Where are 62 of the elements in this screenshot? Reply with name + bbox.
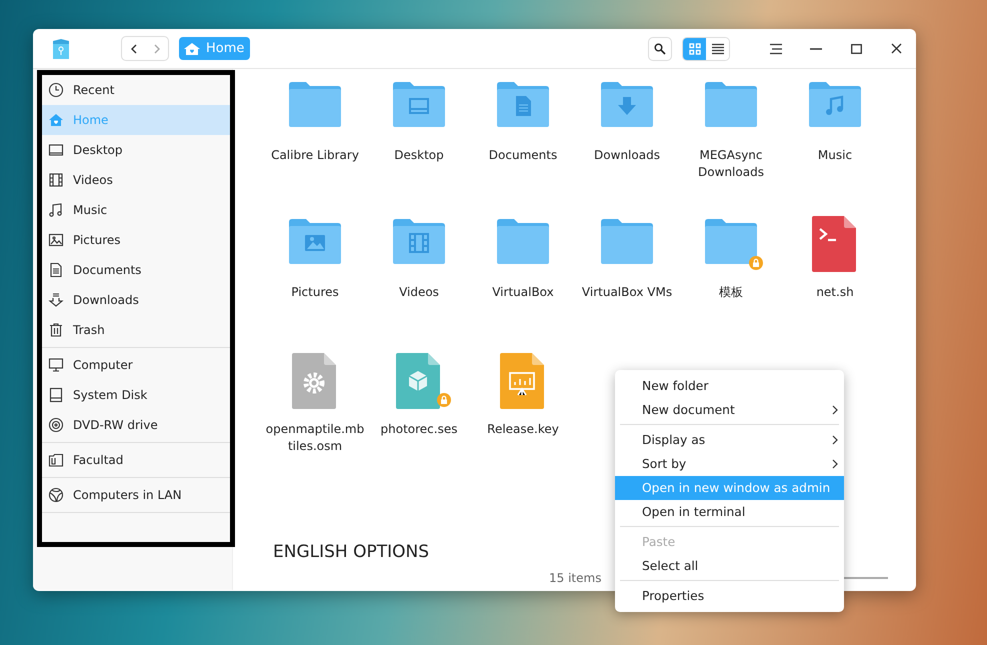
file-item[interactable]: net.sh — [783, 216, 887, 353]
sidebar-item[interactable]: Computer — [42, 350, 230, 380]
house-icon — [48, 112, 64, 128]
image-icon — [48, 232, 64, 248]
sidebar-item[interactable]: Computers in LAN — [42, 480, 230, 510]
network-icon — [48, 487, 64, 503]
file-item[interactable]: Pictures — [263, 216, 367, 353]
file-item[interactable]: Desktop — [367, 79, 471, 216]
sidebar-item[interactable]: System Disk — [42, 380, 230, 410]
sidebar-item[interactable]: Downloads — [42, 285, 230, 315]
music-note-icon — [48, 202, 64, 218]
house-icon — [183, 42, 201, 56]
search-button[interactable] — [648, 36, 672, 60]
film-icon — [48, 172, 64, 188]
menu-item[interactable]: Sort by — [615, 452, 844, 476]
folder-drive-icon — [48, 452, 64, 468]
menu-item[interactable]: Properties — [615, 584, 844, 608]
maximize-icon — [850, 44, 862, 54]
file-item[interactable]: MEGAsync Downloads — [679, 79, 783, 216]
file-item[interactable]: Release.key — [471, 353, 575, 490]
file-item[interactable]: Documents — [471, 79, 575, 216]
file-item[interactable]: Calibre Library — [263, 79, 367, 216]
clock-icon — [48, 82, 64, 98]
menu-item[interactable]: Display as — [615, 428, 844, 452]
computer-icon — [48, 357, 64, 373]
monitor-icon — [48, 142, 64, 158]
chevron-right-icon — [152, 44, 160, 54]
sidebar-item[interactable]: Videos — [42, 165, 230, 195]
list-icon — [710, 42, 724, 54]
disc-icon — [48, 417, 64, 433]
grid-icon — [688, 42, 700, 54]
menu-item[interactable]: New folder — [615, 374, 844, 398]
file-item[interactable]: photorec.ses — [367, 353, 471, 490]
file-item[interactable]: Videos — [367, 216, 471, 353]
minimize-icon — [810, 48, 822, 50]
file-item[interactable]: 模板 — [679, 216, 783, 353]
section-heading: ENGLISH OPTIONS — [273, 542, 430, 564]
document-icon — [48, 262, 64, 278]
file-item[interactable]: Downloads — [575, 79, 679, 216]
trash-icon — [48, 322, 64, 338]
sidebar-item[interactable]: DVD-RW drive — [42, 410, 230, 440]
sidebar-item[interactable]: Recent — [42, 75, 230, 105]
search-icon — [654, 42, 666, 54]
file-item[interactable]: Music — [783, 79, 887, 216]
sidebar-item[interactable]: Music — [42, 195, 230, 225]
sidebar-item[interactable]: Pictures — [42, 225, 230, 255]
menu-icon — [769, 42, 783, 54]
file-item[interactable]: VirtualBox — [471, 216, 575, 353]
sidebar-item[interactable]: Desktop — [42, 135, 230, 165]
menu-item[interactable]: New document — [615, 398, 844, 422]
item-count: 15 items — [549, 571, 602, 585]
file-item[interactable]: VirtualBox VMs — [575, 216, 679, 353]
download-icon — [48, 292, 64, 308]
file-manager-logo-icon — [51, 38, 71, 60]
close-icon — [890, 43, 902, 54]
chevron-left-icon — [130, 44, 138, 54]
menu-item[interactable]: Open in terminal — [615, 500, 844, 524]
sidebar-item[interactable]: Trash — [42, 315, 230, 345]
file-item[interactable]: openmaptile.mbtiles.osm — [263, 353, 367, 490]
sidebar-item[interactable]: Facultad — [42, 445, 230, 475]
sidebar-item[interactable]: Documents — [42, 255, 230, 285]
menu-item[interactable]: Select all — [615, 554, 844, 578]
